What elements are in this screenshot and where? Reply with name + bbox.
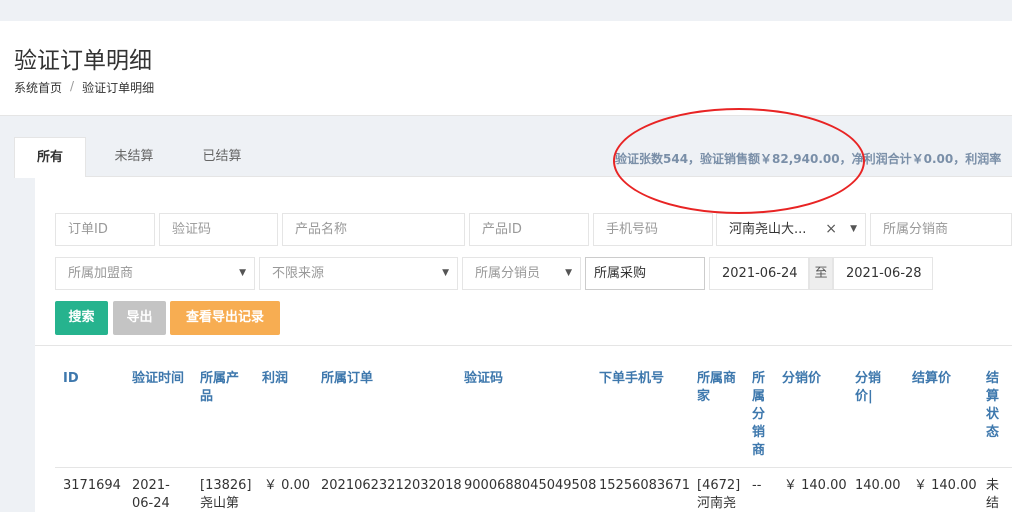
- salesperson-select[interactable]: 所属分销员 ▼: [462, 257, 581, 290]
- page-title: 验证订单明细: [14, 48, 152, 74]
- top-strip: [0, 0, 1012, 21]
- cell-settle-price: ￥ 140.00: [914, 478, 977, 493]
- cell-settle-status: 未 结: [986, 478, 1000, 511]
- product-name-input[interactable]: 产品名称: [282, 213, 465, 246]
- header-profit[interactable]: 利润: [262, 370, 288, 388]
- breadcrumb-current: 验证订单明细: [82, 81, 155, 95]
- table-row-separator: [55, 467, 1012, 468]
- header-verify-time[interactable]: 验证时间: [132, 370, 184, 388]
- cell-distributor: --: [752, 478, 762, 493]
- product-id-input[interactable]: 产品ID: [469, 213, 589, 246]
- purchase-input[interactable]: 所属采购: [585, 257, 705, 290]
- annotation-ellipse: [613, 108, 865, 214]
- chevron-down-icon: ▼: [565, 268, 572, 278]
- date-range-separator: 至: [809, 257, 833, 290]
- header-merchant[interactable]: 所属商 家: [697, 370, 736, 406]
- cell-id: 3171694: [63, 478, 121, 493]
- franchisee-select-placeholder: 所属加盟商: [68, 266, 134, 281]
- breadcrumb-home[interactable]: 系统首页: [14, 79, 62, 96]
- cell-merchant: [4672] 河南尧: [697, 478, 741, 511]
- page-header: 验证订单明细 系统首页 / 验证订单明细: [0, 21, 1012, 116]
- clear-icon[interactable]: ×: [825, 214, 837, 245]
- salesperson-select-placeholder: 所属分销员: [475, 266, 541, 281]
- cell-verify-time: 2021- 06-24: [132, 478, 170, 511]
- cell-order[interactable]: 20210623212032018: [321, 477, 462, 495]
- header-id[interactable]: ID: [63, 370, 79, 388]
- tab-unsettled[interactable]: 未结算: [98, 137, 170, 177]
- date-from-input[interactable]: 2021-06-24: [709, 257, 809, 290]
- cell-profit: ￥ 0.00: [264, 478, 311, 493]
- tab-settled[interactable]: 已结算: [186, 137, 258, 177]
- cell-dist-price: ￥ 140.00: [784, 478, 847, 493]
- date-to-input[interactable]: 2021-06-28: [833, 257, 933, 290]
- search-button[interactable]: 搜索: [55, 301, 108, 335]
- merchant-select[interactable]: 河南尧山大... × ▼: [716, 213, 866, 246]
- source-select[interactable]: 不限来源 ▼: [259, 257, 458, 290]
- header-dist-price[interactable]: 分销价: [782, 370, 821, 388]
- phone-input[interactable]: 手机号码: [593, 213, 713, 246]
- header-phone[interactable]: 下单手机号: [599, 370, 664, 388]
- franchisee-select[interactable]: 所属加盟商 ▼: [55, 257, 255, 290]
- cell-product[interactable]: [13826] 尧山第: [200, 477, 252, 512]
- header-settle-status[interactable]: 结 算 状 态: [986, 370, 999, 442]
- header-verify-code[interactable]: 验证码: [464, 370, 503, 388]
- order-id-input[interactable]: 订单ID: [55, 213, 155, 246]
- header-product[interactable]: 所属产 品: [200, 370, 239, 406]
- cell-dist-price-2: 140.00: [855, 478, 901, 493]
- header-order[interactable]: 所属订单: [321, 370, 373, 388]
- chevron-down-icon: ▼: [850, 224, 857, 234]
- breadcrumb-separator: /: [70, 79, 75, 93]
- merchant-select-value: 河南尧山大...: [729, 222, 807, 237]
- header-settle-price[interactable]: 结算价: [912, 370, 951, 388]
- header-dist-price-2[interactable]: 分销 价|: [855, 370, 881, 406]
- chevron-down-icon: ▼: [239, 268, 246, 278]
- export-button[interactable]: 导出: [113, 301, 166, 335]
- cell-verify-code: 9000688045049508: [464, 478, 597, 493]
- chevron-down-icon: ▼: [442, 268, 449, 278]
- view-export-records-button[interactable]: 查看导出记录: [170, 301, 280, 335]
- breadcrumb: 系统首页 / 验证订单明细: [14, 79, 154, 96]
- header-distributor[interactable]: 所 属 分 销 商: [752, 370, 765, 460]
- cell-phone: 15256083671: [599, 478, 690, 493]
- source-select-value: 不限来源: [272, 266, 325, 281]
- tab-all[interactable]: 所有: [14, 137, 86, 178]
- table-divider: [35, 345, 1012, 346]
- verify-code-input[interactable]: 验证码: [159, 213, 278, 246]
- distributor-select[interactable]: 所属分销商: [870, 213, 1012, 246]
